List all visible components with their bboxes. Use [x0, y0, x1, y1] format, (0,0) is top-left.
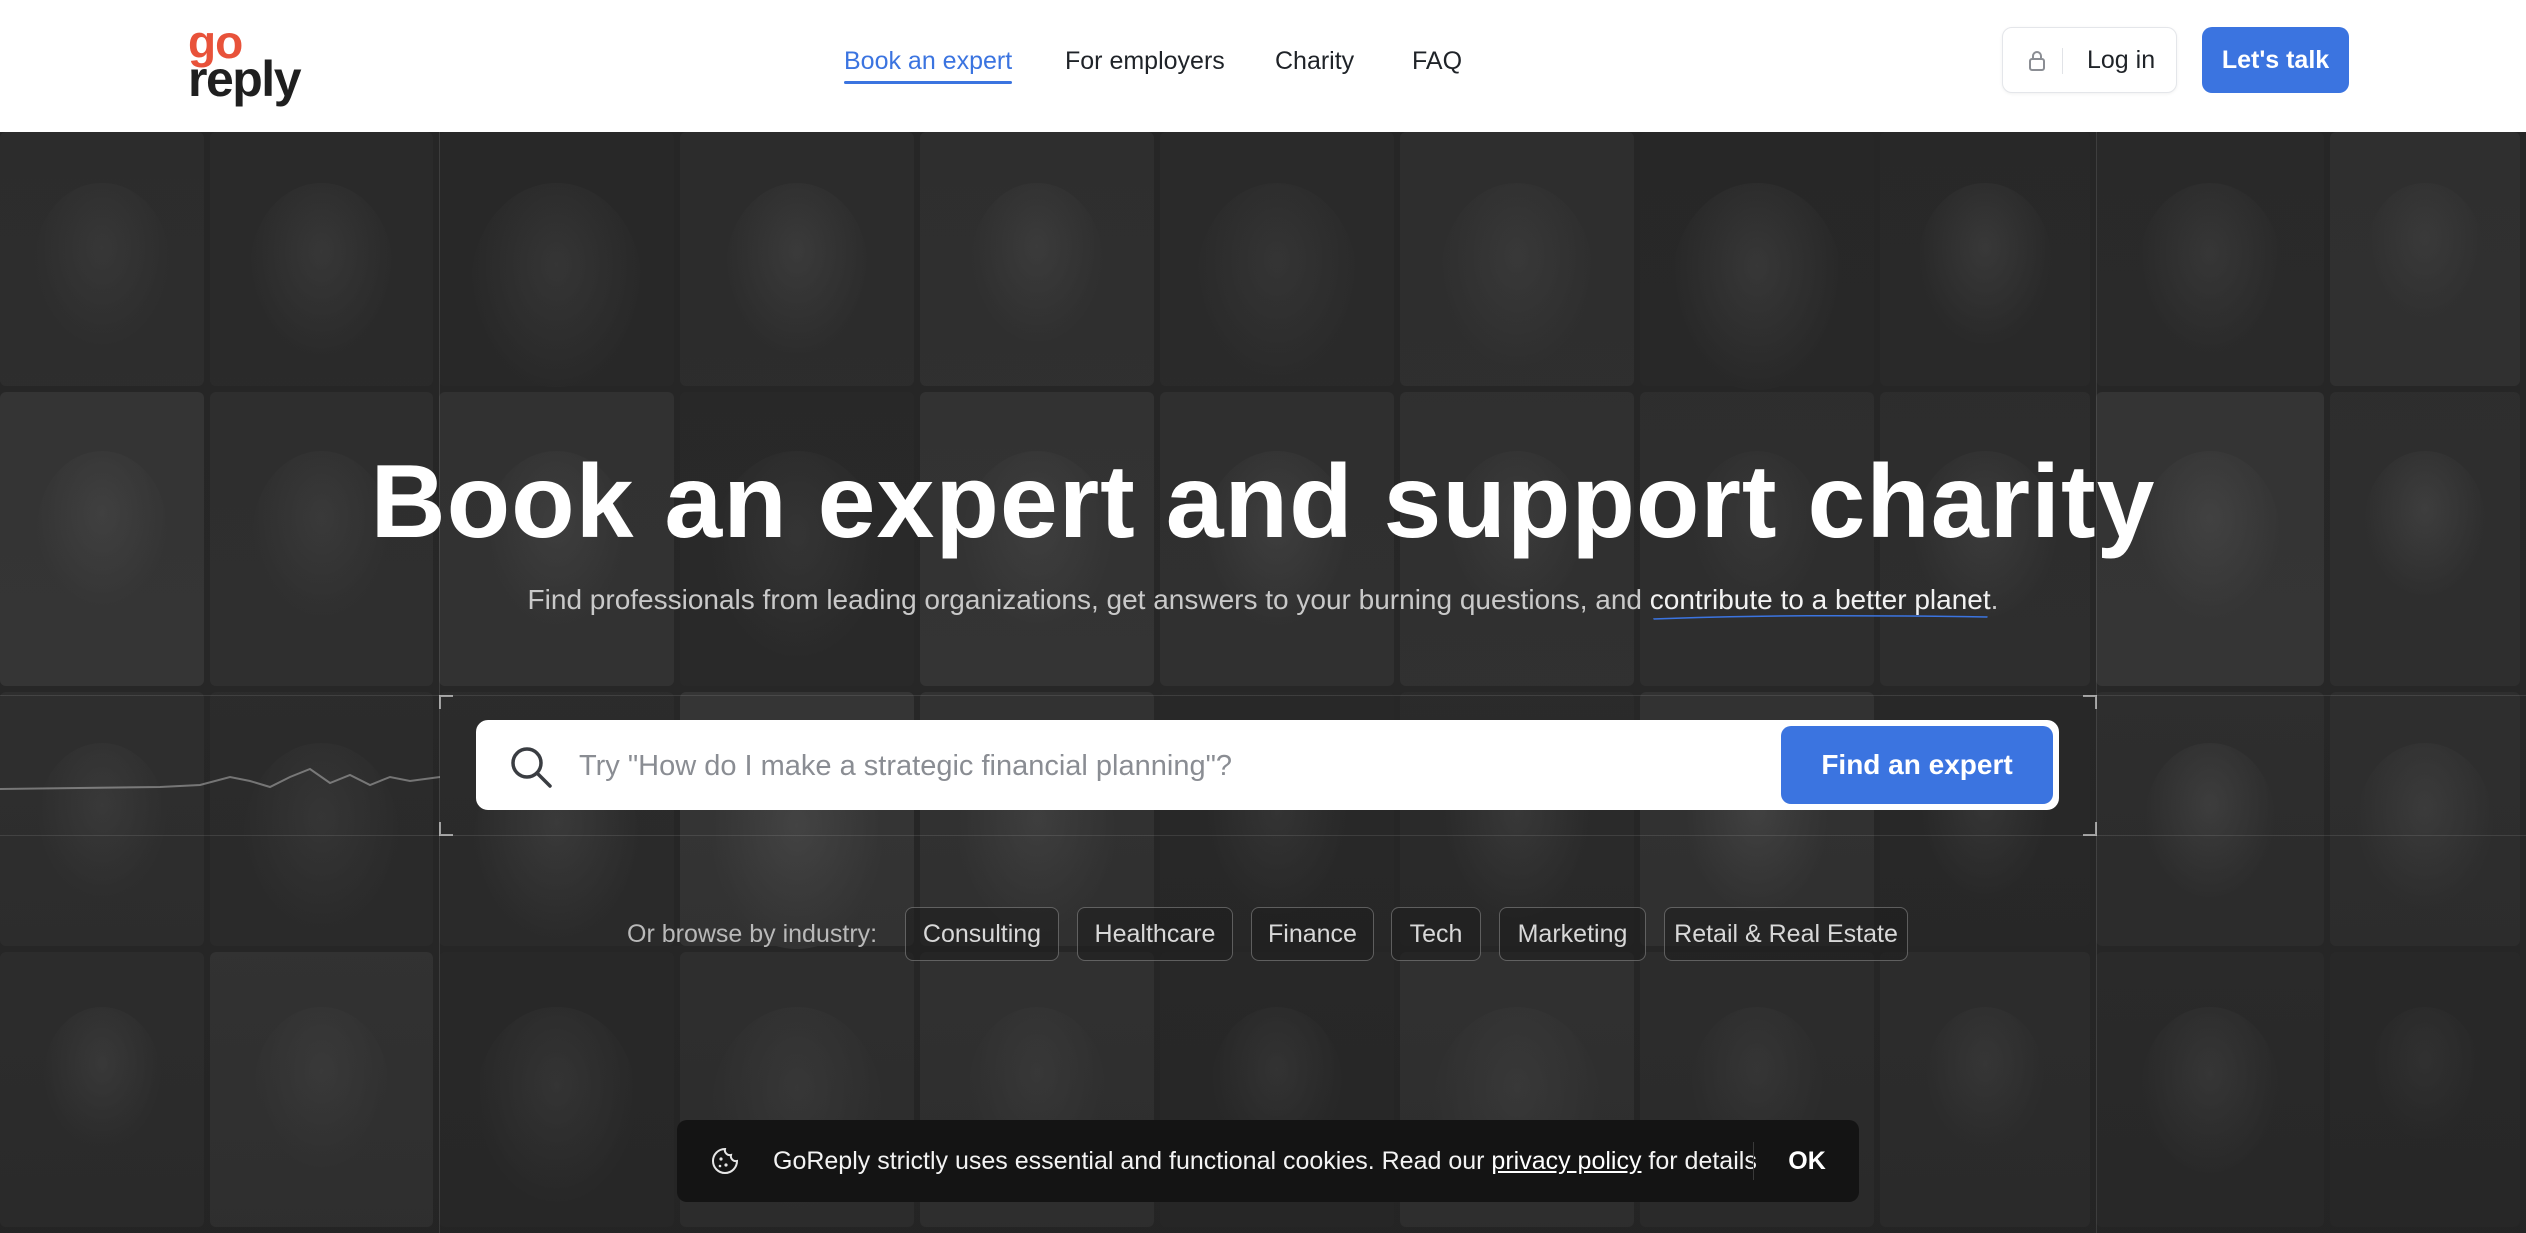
frame-line-left	[439, 132, 440, 1233]
find-expert-button[interactable]: Find an expert	[1781, 726, 2053, 804]
cookie-banner: GoReply strictly uses essential and func…	[677, 1120, 1859, 1202]
hero-subtitle-suffix: .	[1990, 584, 1999, 615]
login-label: Log in	[2087, 46, 2156, 74]
frame-corner	[2083, 695, 2097, 709]
industry-chip-marketing[interactable]: Marketing	[1499, 907, 1646, 961]
privacy-policy-link[interactable]: privacy policy	[1491, 1147, 1641, 1175]
login-button[interactable]: Log in	[2002, 27, 2177, 93]
nav-for-employers[interactable]: For employers	[1065, 44, 1225, 78]
nav-charity[interactable]: Charity	[1275, 44, 1354, 78]
search-input[interactable]	[579, 741, 1679, 791]
industry-chip-tech[interactable]: Tech	[1391, 907, 1481, 961]
hero-subtitle-text: Find professionals from leading organiza…	[527, 584, 1650, 615]
site-header: go reply Book an expert For employers Ch…	[0, 0, 2526, 132]
search-icon	[509, 745, 553, 789]
hero-subtitle-highlight: contribute to a better planet	[1649, 584, 1991, 620]
nav-book-an-expert[interactable]: Book an expert	[844, 44, 1013, 84]
lets-talk-button[interactable]: Let's talk	[2202, 27, 2349, 93]
industry-chip-finance[interactable]: Finance	[1251, 907, 1374, 961]
cookie-divider	[1753, 1142, 1754, 1180]
nav-faq[interactable]: FAQ	[1412, 44, 1462, 78]
industry-chip-healthcare[interactable]: Healthcare	[1077, 907, 1233, 961]
cookie-icon	[710, 1146, 740, 1176]
industry-chip-consulting[interactable]: Consulting	[905, 907, 1059, 961]
hero-subtitle: Find professionals from leading organiza…	[0, 580, 2526, 620]
lock-icon	[2028, 50, 2046, 72]
industry-chip-retail-real-estate[interactable]: Retail & Real Estate	[1664, 907, 1908, 961]
frame-line-bottom	[0, 835, 2526, 836]
hero-title: Book an expert and support charity	[370, 444, 2156, 560]
frame-corner	[439, 695, 453, 709]
cookie-text-end: for details	[1641, 1147, 1757, 1175]
highlight-text: contribute to a better planet	[1649, 584, 1991, 615]
decorative-squiggle	[0, 767, 440, 790]
industry-browse: Or browse by industry: Consulting Health…	[0, 907, 2526, 963]
browse-label: Or browse by industry:	[627, 920, 878, 948]
cookie-message: GoReply strictly uses essential and func…	[773, 1142, 1757, 1180]
frame-corner	[439, 822, 453, 836]
frame-line-right	[2096, 132, 2097, 1233]
frame-corner	[2083, 822, 2097, 836]
cookie-ok-button[interactable]: OK	[1777, 1134, 1837, 1188]
login-divider	[2062, 48, 2063, 74]
frame-line-top	[0, 695, 2526, 696]
highlight-underline	[1652, 614, 1988, 620]
hero-section: Book an expert and support charity Find …	[0, 132, 2526, 1233]
search-bar: Find an expert	[476, 720, 2059, 810]
hero-overlay	[0, 132, 2526, 1233]
cookie-text: GoReply strictly uses essential and func…	[773, 1147, 1492, 1175]
